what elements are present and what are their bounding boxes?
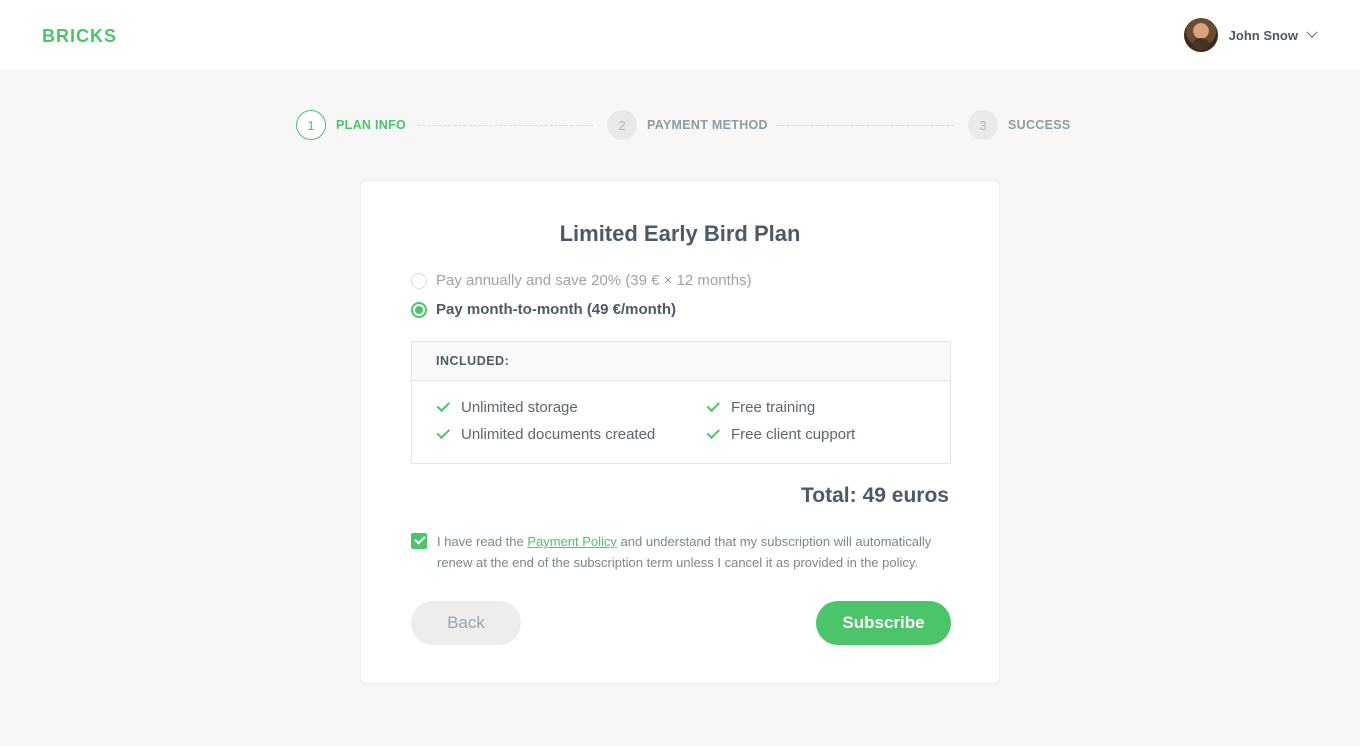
total-label: Total: — [801, 484, 857, 507]
agreement-text-before: I have read the — [437, 534, 528, 549]
checkout-stepper: 1 PLAN INFO 2 PAYMENT METHOD 3 SUCCESS — [296, 110, 1070, 140]
chevron-down-icon[interactable] — [1306, 26, 1318, 38]
step-payment-method: 2 PAYMENT METHOD — [607, 110, 768, 140]
avatar[interactable] — [1183, 18, 1218, 52]
feature-item: Free training — [706, 398, 816, 416]
payment-policy-link[interactable]: Payment Policy — [527, 534, 617, 549]
step-connector — [776, 125, 954, 126]
feature-item: Unlimited storage — [436, 398, 578, 416]
option-pay-monthly[interactable]: Pay month-to-month (49 €/month) — [411, 301, 676, 318]
step-plan-info: 1 PLAN INFO — [296, 110, 406, 140]
radio-button[interactable] — [411, 272, 427, 289]
feature-item: Unlimited documents created — [436, 425, 656, 443]
back-button[interactable]: Back — [411, 601, 521, 645]
brand-logo[interactable]: BRICKS — [42, 26, 117, 47]
plan-card: Limited Early Bird Plan Pay annually and… — [360, 180, 1000, 684]
total-amount: 49 euros — [862, 484, 949, 507]
subscribe-button[interactable]: Subscribe — [816, 601, 951, 645]
step-label: PAYMENT METHOD — [647, 118, 768, 132]
feature-label: Free client cupport — [731, 426, 856, 443]
feature-label: Unlimited storage — [461, 399, 578, 416]
agreement-text: I have read the Payment Policy and under… — [437, 531, 951, 573]
plan-title: Limited Early Bird Plan — [559, 221, 801, 246]
user-menu[interactable]: John Snow — [1183, 18, 1318, 52]
policy-agreement: I have read the Payment Policy and under… — [411, 531, 951, 573]
feature-label: Unlimited documents created — [461, 426, 656, 443]
feature-item: Free client cupport — [706, 425, 856, 443]
option-label: Pay month-to-month (49 €/month) — [436, 301, 676, 318]
total-price: Total: 49 euros — [801, 484, 949, 508]
radio-button[interactable] — [411, 301, 427, 318]
agree-checkbox[interactable] — [411, 533, 427, 549]
step-success: 3 SUCCESS — [968, 110, 1071, 140]
option-pay-annually[interactable]: Pay annually and save 20% (39 € × 12 mon… — [411, 272, 752, 289]
check-icon — [706, 398, 721, 413]
step-number: 1 — [296, 110, 326, 140]
step-connector — [418, 125, 593, 126]
feature-label: Free training — [731, 399, 816, 416]
step-number: 3 — [968, 110, 998, 140]
top-bar: BRICKS John Snow — [0, 0, 1360, 70]
check-icon — [706, 425, 721, 440]
step-label: SUCCESS — [1008, 118, 1071, 132]
included-features-box: INCLUDED: Unlimited storage Unlimited do… — [411, 341, 951, 464]
check-icon — [436, 425, 451, 440]
check-icon — [436, 398, 451, 413]
included-heading: INCLUDED: — [412, 342, 950, 381]
step-number: 2 — [607, 110, 637, 140]
user-name: John Snow — [1228, 27, 1298, 43]
step-label: PLAN INFO — [336, 118, 407, 132]
option-label: Pay annually and save 20% (39 € × 12 mon… — [436, 272, 752, 289]
